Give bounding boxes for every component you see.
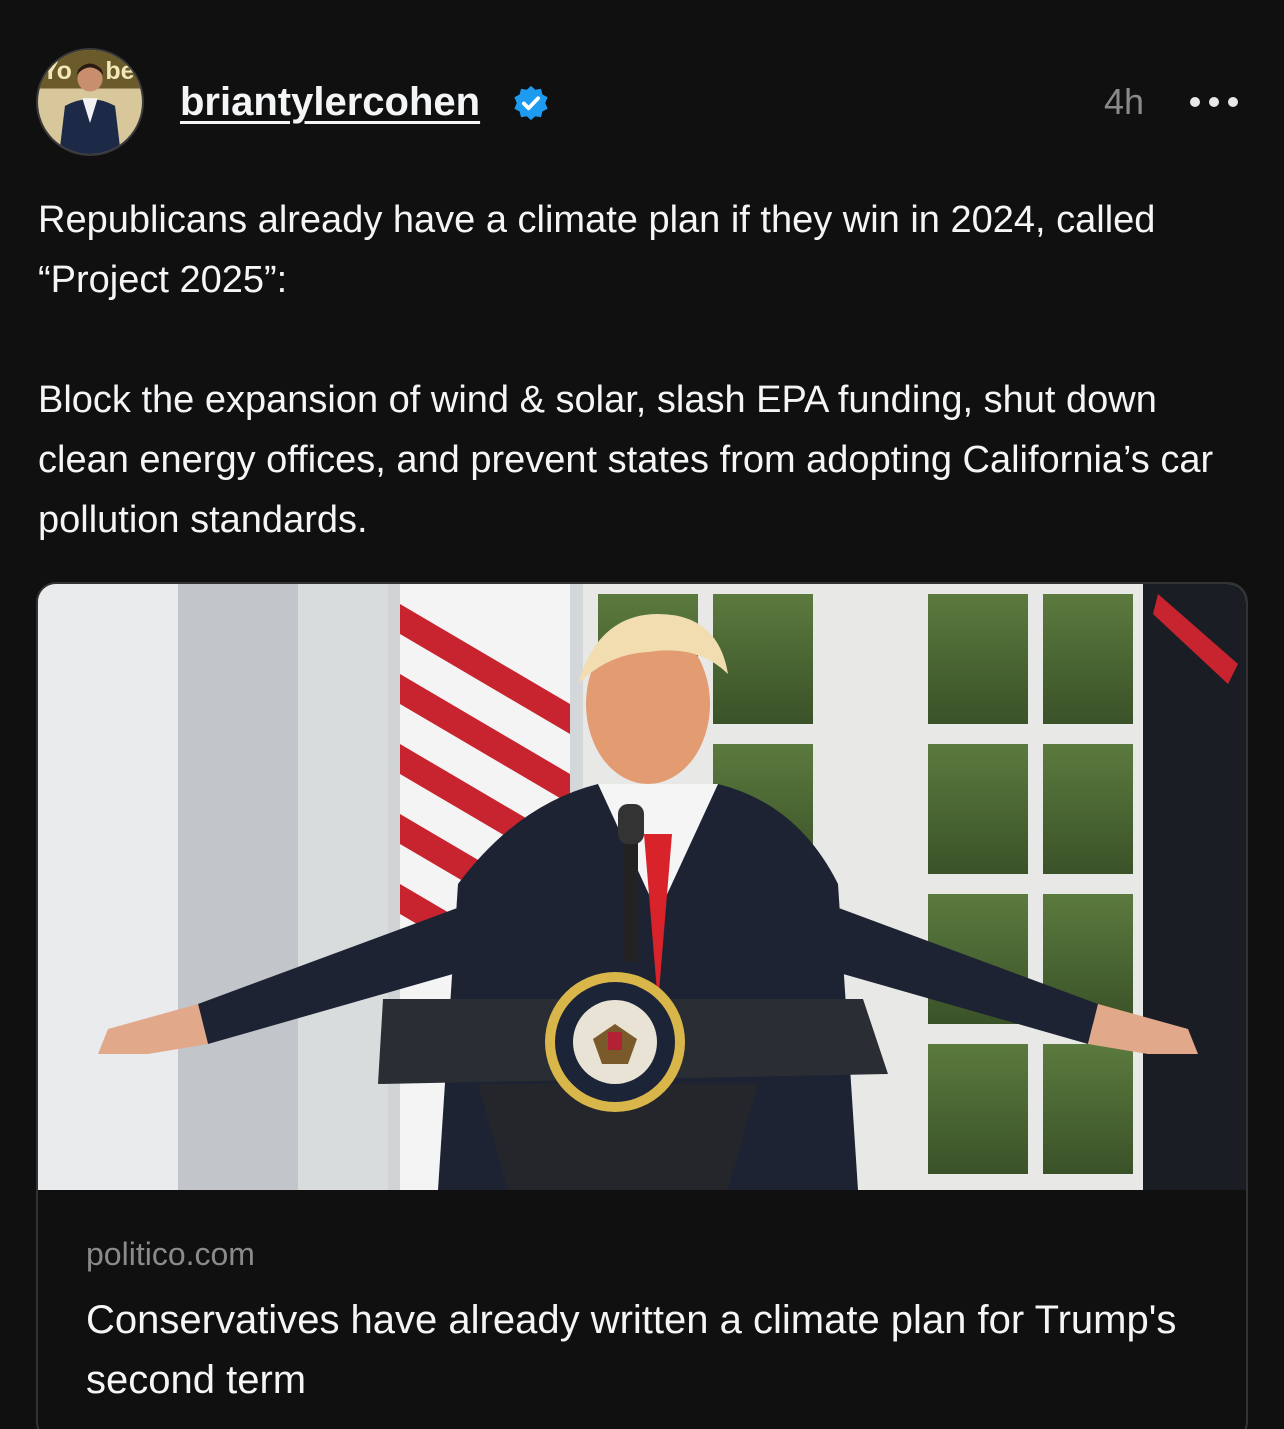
username-link[interactable]: briantylercohen [180,78,480,126]
post: Yo be briantylercohen 4h Republicans alr… [0,0,1284,1429]
avatar[interactable]: Yo be [36,48,144,156]
link-domain: politico.com [86,1236,255,1272]
more-options-icon[interactable] [1190,84,1238,120]
more-dot [1209,97,1219,107]
post-timestamp: 4h [1104,81,1145,122]
link-preview-card[interactable]: politico.com Conservatives have already … [36,582,1248,1429]
svg-text:Yo: Yo [42,57,72,85]
avatar-image: Yo be [38,50,142,154]
link-preview-image [38,584,1246,1190]
svg-text:be: be [105,57,134,85]
more-dot [1190,97,1200,107]
link-headline: Conservatives have already written a cli… [86,1298,1177,1402]
more-dot [1228,97,1238,107]
post-text: Republicans already have a climate plan … [38,199,1214,541]
verified-badge-icon [514,85,548,121]
